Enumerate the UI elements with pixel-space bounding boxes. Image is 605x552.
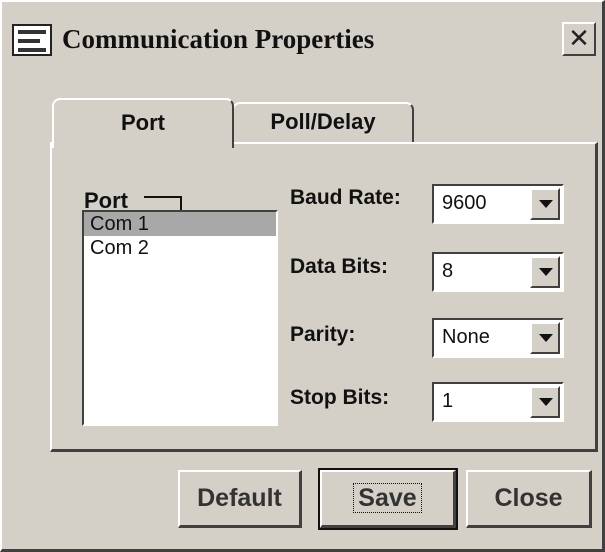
baud-rate-select[interactable]: 9600	[432, 184, 564, 224]
parity-value: None	[442, 326, 490, 348]
list-item-com1[interactable]: Com 1	[84, 212, 276, 236]
save-button-label: Save	[353, 483, 422, 513]
close-button[interactable]: Close	[466, 470, 592, 528]
tab-port[interactable]: Port	[52, 98, 234, 148]
parity-label: Parity:	[290, 323, 356, 346]
stop-bits-value: 1	[442, 390, 454, 412]
data-bits-value: 8	[442, 260, 454, 282]
chevron-down-icon[interactable]	[530, 256, 560, 288]
communication-properties-dialog: Communication Properties ✕ Port Poll/Del…	[0, 0, 605, 552]
baud-rate-value: 9600	[442, 192, 487, 214]
stop-bits-label: Stop Bits:	[290, 386, 390, 409]
data-bits-label: Data Bits:	[290, 255, 389, 278]
save-button[interactable]: Save	[318, 468, 458, 530]
app-window-icon	[12, 24, 52, 56]
parity-select[interactable]: None	[432, 318, 564, 358]
default-button[interactable]: Default	[178, 470, 302, 528]
baud-rate-label: Baud Rate:	[290, 186, 401, 209]
tab-poll-delay[interactable]: Poll/Delay	[232, 102, 414, 142]
data-bits-select[interactable]: 8	[432, 252, 564, 292]
chevron-down-icon[interactable]	[530, 322, 560, 354]
port-listbox[interactable]: Com 1 Com 2	[82, 210, 278, 426]
stop-bits-select[interactable]: 1	[432, 382, 564, 422]
title-bar[interactable]: Communication Properties ✕	[4, 10, 602, 70]
chevron-down-icon[interactable]	[530, 386, 560, 418]
list-item-com2[interactable]: Com 2	[84, 236, 276, 260]
window-title: Communication Properties	[62, 24, 375, 54]
chevron-down-icon[interactable]	[530, 188, 560, 220]
close-icon[interactable]: ✕	[562, 22, 596, 56]
